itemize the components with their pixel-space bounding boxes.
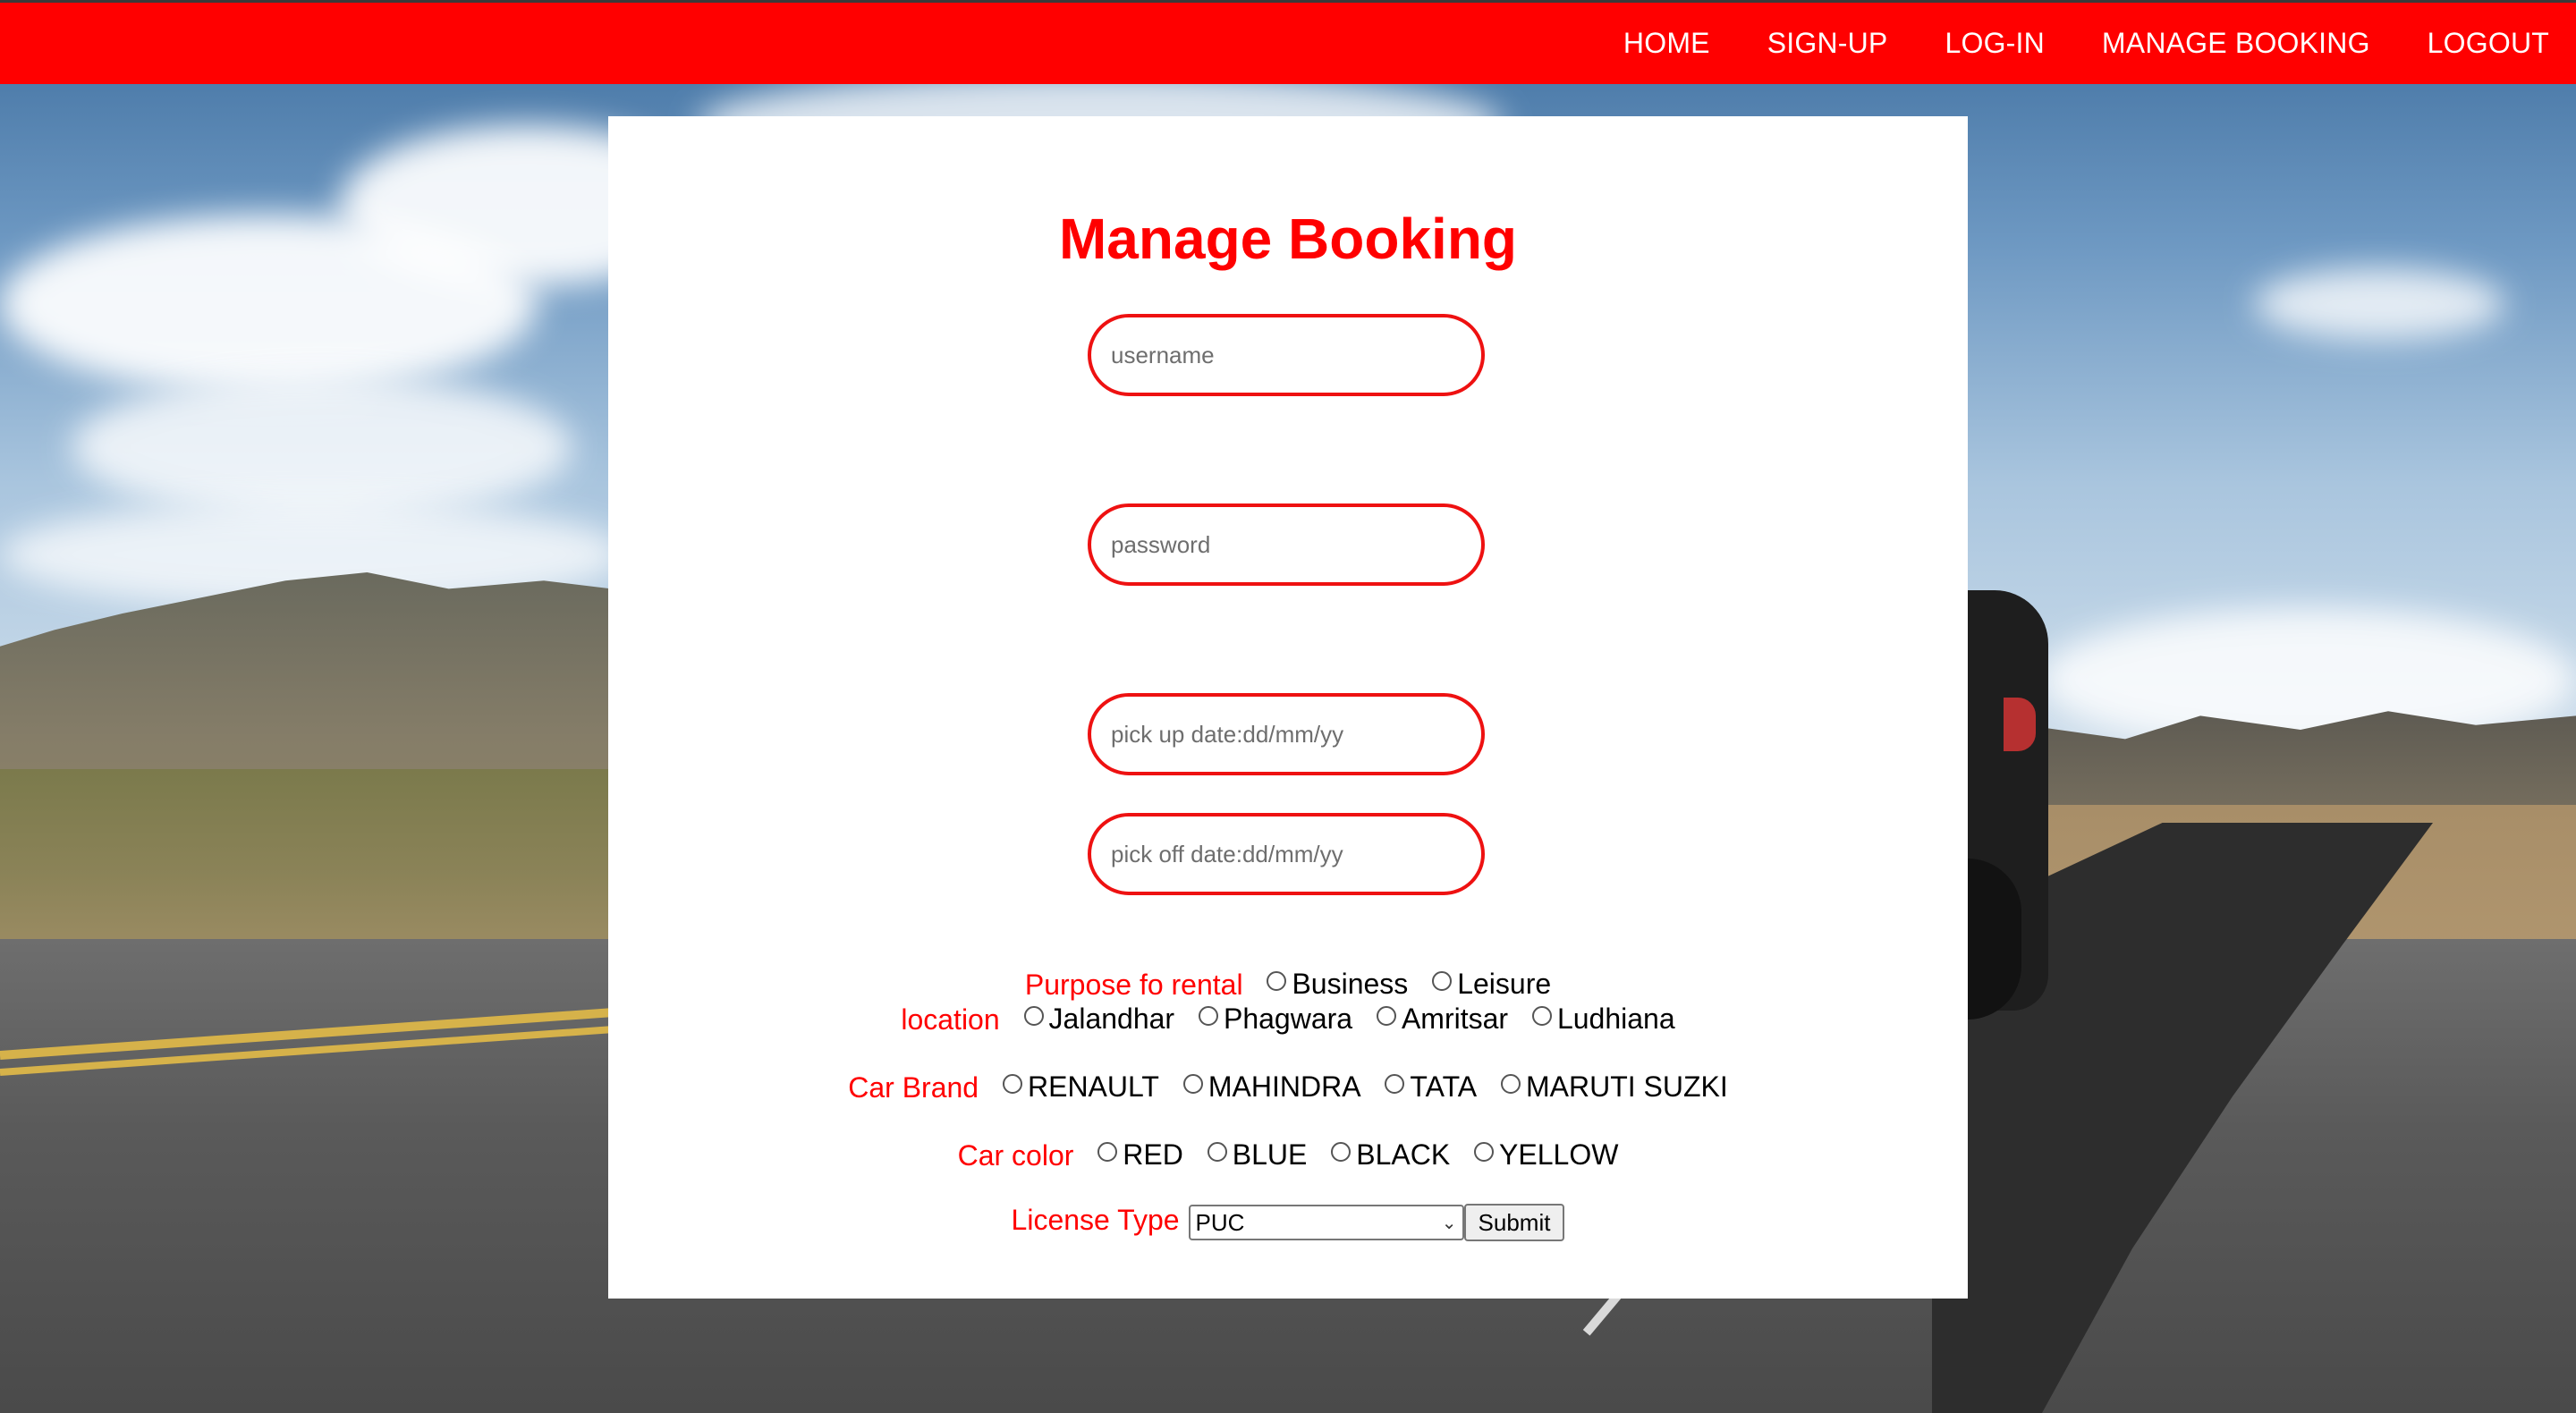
license-selected-value: PUC (1195, 1208, 1245, 1236)
cloud (0, 215, 537, 393)
location-option-jalandhar[interactable]: Jalandhar (1023, 1003, 1175, 1036)
radio-button[interactable] (1002, 1073, 1022, 1094)
radio-button[interactable] (1182, 1073, 1203, 1094)
radio-button[interactable] (1207, 1141, 1227, 1162)
color-option-blue[interactable]: BLUE (1207, 1138, 1308, 1172)
radio-button[interactable] (1023, 1005, 1044, 1026)
option-label: Ludhiana (1556, 1003, 1675, 1035)
purpose-row: Purpose fo rental Business Leisure (608, 968, 1968, 1002)
car-brand-label: Car Brand (848, 1070, 979, 1104)
brand-option-maruti-suzki[interactable]: MARUTI SUZKI (1500, 1070, 1728, 1104)
license-type-select[interactable]: PUC ⌄ (1188, 1205, 1464, 1240)
option-label: Phagwara (1223, 1003, 1353, 1035)
color-option-yellow[interactable]: YELLOW (1474, 1138, 1618, 1172)
nav-signup-link[interactable]: SIGN-UP (1767, 27, 1888, 60)
option-label: Amritsar (1401, 1003, 1509, 1035)
radio-button[interactable] (1097, 1141, 1118, 1162)
nav-logout-link[interactable]: LOGOUT (2428, 27, 2549, 60)
password-input[interactable] (1088, 503, 1485, 586)
option-label: TATA (1410, 1070, 1478, 1103)
radio-button[interactable] (1198, 1005, 1218, 1026)
color-option-red[interactable]: RED (1097, 1138, 1183, 1172)
license-row: License Type PUC ⌄ Submit (608, 1204, 1968, 1241)
option-label: RENAULT (1027, 1070, 1159, 1103)
location-label: location (901, 1003, 1000, 1036)
radio-button[interactable] (1267, 970, 1287, 991)
option-label: Jalandhar (1048, 1003, 1175, 1035)
page-title: Manage Booking (1058, 207, 1518, 271)
nav-login-link[interactable]: LOG-IN (1945, 27, 2044, 60)
chevron-down-icon: ⌄ (1441, 1213, 1457, 1233)
purpose-label: Purpose fo rental (1024, 968, 1243, 1001)
location-option-ludhiana[interactable]: Ludhiana (1531, 1003, 1675, 1036)
nav-links: HOME SIGN-UP LOG-IN MANAGE BOOKING LOGOU… (1623, 3, 2549, 84)
option-label: RED (1123, 1138, 1183, 1171)
option-label: YELLOW (1499, 1138, 1619, 1171)
car-color-row: Car color RED BLUE BLACK YELLOW (608, 1138, 1968, 1172)
location-option-phagwara[interactable]: Phagwara (1198, 1003, 1353, 1036)
option-label: BLACK (1356, 1138, 1451, 1171)
radio-button[interactable] (1500, 1073, 1521, 1094)
pickup-date-input[interactable] (1088, 693, 1485, 775)
option-label: Leisure (1457, 968, 1552, 1000)
car-brand-row: Car Brand RENAULT MAHINDRA TATA MARUTI S… (608, 1070, 1968, 1104)
option-label: MARUTI SUZKI (1525, 1070, 1728, 1103)
purpose-option-business[interactable]: Business (1267, 968, 1408, 1001)
nav-manage-booking-link[interactable]: MANAGE BOOKING (2102, 27, 2370, 60)
nav-home-link[interactable]: HOME (1623, 27, 1710, 60)
option-label: Business (1292, 968, 1409, 1000)
brand-option-mahindra[interactable]: MAHINDRA (1182, 1070, 1361, 1104)
radio-button[interactable] (1531, 1005, 1552, 1026)
booking-form-card: Manage Booking Purpose fo rental Busines… (608, 116, 1968, 1299)
purpose-option-leisure[interactable]: Leisure (1432, 968, 1551, 1001)
cloud (2254, 268, 2504, 340)
color-option-black[interactable]: BLACK (1331, 1138, 1450, 1172)
brand-option-tata[interactable]: TATA (1385, 1070, 1477, 1104)
radio-button[interactable] (1331, 1141, 1352, 1162)
car-color-label: Car color (957, 1138, 1074, 1172)
cloud (72, 376, 572, 519)
brand-option-renault[interactable]: RENAULT (1002, 1070, 1159, 1104)
car-taillight (2004, 698, 2036, 751)
location-option-amritsar[interactable]: Amritsar (1376, 1003, 1509, 1036)
radio-button[interactable] (1474, 1141, 1495, 1162)
option-label: MAHINDRA (1208, 1070, 1361, 1103)
location-row: location Jalandhar Phagwara Amritsar Lud… (608, 1003, 1968, 1036)
option-label: BLUE (1232, 1138, 1308, 1171)
submit-button[interactable]: Submit (1463, 1204, 1565, 1241)
radio-button[interactable] (1385, 1073, 1405, 1094)
top-nav-bar: HOME SIGN-UP LOG-IN MANAGE BOOKING LOGOU… (0, 0, 2576, 84)
radio-button[interactable] (1376, 1005, 1396, 1026)
radio-button[interactable] (1432, 970, 1453, 991)
license-type-label: License Type (1011, 1204, 1180, 1237)
pickoff-date-input[interactable] (1088, 813, 1485, 895)
username-input[interactable] (1088, 314, 1485, 396)
